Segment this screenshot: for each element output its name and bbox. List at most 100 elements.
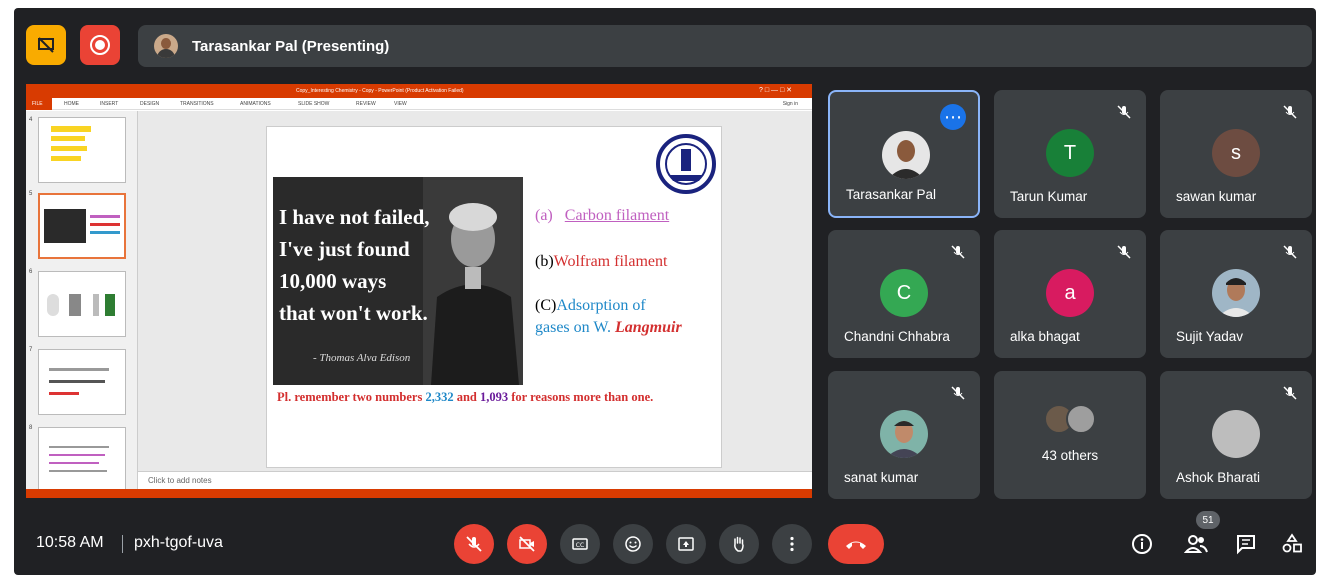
mic-off-icon xyxy=(1117,105,1131,119)
mic-off-icon xyxy=(951,245,965,259)
slide-thumbnails: 4 5 6 7 8 xyxy=(26,111,138,493)
ribbon-tab-view[interactable]: VIEW xyxy=(394,101,407,107)
option-c-line2: gases on W. xyxy=(535,319,611,336)
leave-call-button[interactable] xyxy=(828,524,884,564)
people-icon xyxy=(1184,535,1208,553)
participant-name: alka bhagat xyxy=(1010,329,1080,344)
participant-name: sawan kumar xyxy=(1176,189,1257,204)
divider xyxy=(122,535,123,553)
option-b-prefix: (b) xyxy=(535,253,554,270)
quote-signature: - Thomas Alva Edison xyxy=(313,352,411,364)
note-suffix: for reasons more than one. xyxy=(511,390,654,404)
ribbon-tab-design[interactable]: DESIGN xyxy=(140,101,159,107)
activities-icon xyxy=(1282,533,1302,553)
ribbon-tab-slideshow[interactable]: SLIDE SHOW xyxy=(298,101,329,107)
more-options-button[interactable]: ⋯ xyxy=(940,104,966,130)
mic-off-icon xyxy=(1283,245,1297,259)
participant-tile-chandni[interactable]: C Chandni Chhabra xyxy=(828,230,980,358)
participant-name: Sujit Yadav xyxy=(1176,329,1244,344)
option-c-cont: gases on W. Langmuir xyxy=(535,319,682,337)
slide-thumbnail-4[interactable] xyxy=(38,117,126,183)
slide-thumbnail-7[interactable] xyxy=(38,349,126,415)
participant-name: Tarasankar Pal xyxy=(846,187,937,202)
participant-tile-tarun[interactable]: T Tarun Kumar xyxy=(994,90,1146,218)
camera-toggle-button[interactable] xyxy=(507,524,547,564)
activities-button[interactable] xyxy=(1280,532,1304,556)
sign-in-link[interactable]: Sign in xyxy=(783,101,798,107)
participant-tile-sanat[interactable]: sanat kumar xyxy=(828,371,980,499)
presentation-toggle-button[interactable] xyxy=(26,25,66,65)
camera-off-icon xyxy=(519,536,535,552)
participant-name: sanat kumar xyxy=(844,470,919,485)
raise-hand-button[interactable] xyxy=(719,524,759,564)
participant-initial: s xyxy=(1212,129,1260,177)
notes-pane[interactable]: Click to add notes xyxy=(138,471,812,489)
quote-line: I've just found xyxy=(279,237,410,261)
iit-kgp-logo xyxy=(656,134,716,194)
slide-thumbnail-5[interactable] xyxy=(38,193,126,259)
ribbon-tabs: FILE HOME INSERT DESIGN TRANSITIONS ANIM… xyxy=(26,98,812,110)
thumb-number: 6 xyxy=(29,269,33,275)
people-button[interactable] xyxy=(1184,532,1208,556)
thumb-number: 4 xyxy=(29,117,33,123)
participant-photo xyxy=(882,131,930,179)
current-slide[interactable]: I have not failed, I've just found 10,00… xyxy=(266,126,722,468)
option-b-text: Wolfram filament xyxy=(553,253,668,270)
ribbon-tab-animations[interactable]: ANIMATIONS xyxy=(240,101,271,107)
reactions-button[interactable] xyxy=(613,524,653,564)
quote-line: I have not failed, xyxy=(279,205,430,229)
ribbon-tab-review[interactable]: REVIEW xyxy=(356,101,376,107)
presenter-label: Tarasankar Pal (Presenting) xyxy=(192,37,390,55)
hang-up-icon xyxy=(846,541,866,549)
mic-off-icon xyxy=(1283,105,1297,119)
present-icon xyxy=(678,537,694,551)
participant-photo xyxy=(1212,410,1260,458)
quote-line: that won't work. xyxy=(279,301,428,325)
meet-window: Tarasankar Pal (Presenting) Copy_Interes… xyxy=(14,8,1316,575)
mic-off-icon xyxy=(951,386,965,400)
present-now-button[interactable] xyxy=(666,524,706,564)
slide-note: Pl. remember two numbers 2,332 and 1,093… xyxy=(277,389,717,406)
participant-initial: a xyxy=(1046,269,1094,317)
option-c: (C)Adsorption of xyxy=(535,297,646,315)
people-count-badge: 51 xyxy=(1196,511,1220,529)
participant-tile-ashok[interactable]: Ashok Bharati xyxy=(1160,371,1312,499)
participant-name: Chandni Chhabra xyxy=(844,329,950,344)
ribbon-tab-transitions[interactable]: TRANSITIONS xyxy=(180,101,214,107)
option-a-prefix: (a) xyxy=(535,207,553,224)
participant-tile-alka[interactable]: a alka bhagat xyxy=(994,230,1146,358)
record-button[interactable] xyxy=(80,25,120,65)
option-b: (b)Wolfram filament xyxy=(535,253,667,271)
thumb-number: 8 xyxy=(29,425,33,431)
option-c-line1: Adsorption of xyxy=(556,297,646,314)
option-c-name: Langmuir xyxy=(615,319,682,336)
slide-thumbnail-8[interactable] xyxy=(38,427,126,493)
shared-screen: Copy_Interesting Chemistry - Copy - Powe… xyxy=(26,84,812,498)
hand-icon xyxy=(734,536,744,552)
ribbon-tab-file[interactable]: FILE xyxy=(26,98,52,110)
presenter-avatar xyxy=(154,34,178,58)
participant-tile-sujit[interactable]: Sujit Yadav xyxy=(1160,230,1312,358)
ribbon-tab-home[interactable]: HOME xyxy=(64,101,79,107)
participant-tile-others[interactable]: 43 others xyxy=(994,371,1146,499)
meeting-details-button[interactable] xyxy=(1130,532,1154,556)
record-icon xyxy=(90,35,110,55)
participant-tile-tarasankar[interactable]: ⋯ Tarasankar Pal xyxy=(828,90,980,218)
window-title: Copy_Interesting Chemistry - Copy - Powe… xyxy=(296,88,464,94)
presenter-bar: Tarasankar Pal (Presenting) xyxy=(138,25,1312,67)
window-controls[interactable]: ? □ — □ ✕ xyxy=(759,86,792,94)
slide-thumbnail-6[interactable] xyxy=(38,271,126,337)
mic-toggle-button[interactable] xyxy=(454,524,494,564)
thumb-number: 7 xyxy=(29,347,33,353)
chat-button[interactable] xyxy=(1234,532,1258,556)
more-options-menu-button[interactable] xyxy=(772,524,812,564)
edison-portrait xyxy=(423,177,523,385)
participant-tile-sawan[interactable]: s sawan kumar xyxy=(1160,90,1312,218)
participant-name: Ashok Bharati xyxy=(1176,470,1261,485)
svg-text:CC: CC xyxy=(576,542,584,549)
quote-line: 10,000 ways xyxy=(279,269,387,293)
note-number-1: 2,332 xyxy=(425,390,454,404)
captions-button[interactable]: CC xyxy=(560,524,600,564)
ribbon-tab-insert[interactable]: INSERT xyxy=(100,101,118,107)
more-vertical-icon xyxy=(790,536,794,552)
